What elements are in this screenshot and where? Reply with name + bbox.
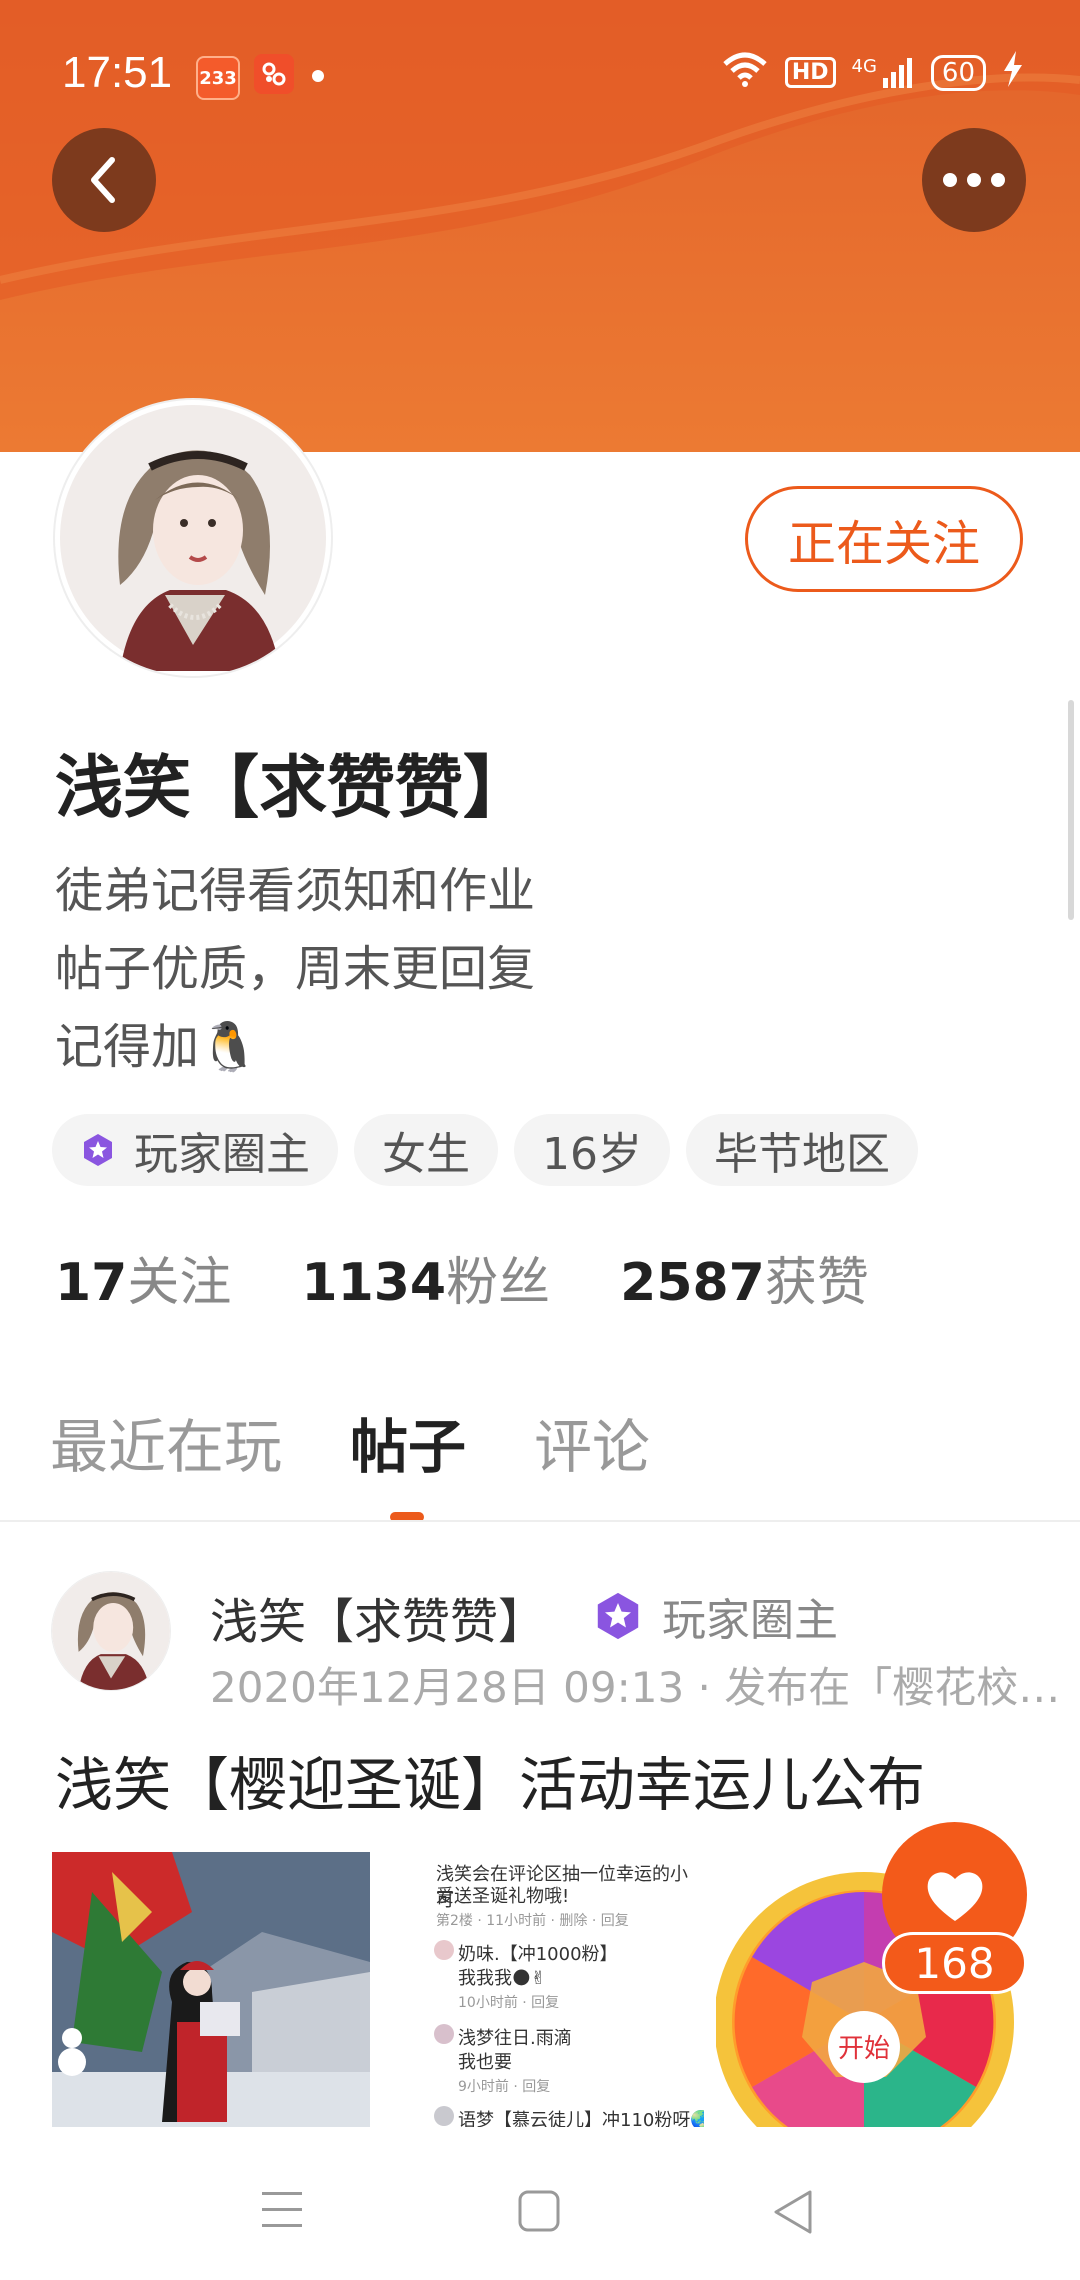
wheel-start-label: 开始 — [838, 2034, 890, 2064]
comment-text: 爱送圣诞礼物哦! — [436, 1886, 570, 1907]
more-icon — [943, 173, 1005, 187]
profile-bio: 徒弟记得看须知和作业 帖子优质，周末更回复 记得加🐧 — [55, 852, 535, 1086]
more-button[interactable] — [922, 128, 1026, 232]
wifi-icon — [721, 50, 769, 95]
comment-name: 语梦【慕云徒儿】冲110粉呀🌏 — [458, 2110, 704, 2127]
app-notification-icon — [254, 54, 294, 94]
comment-meta: 10小时前 · 回复 — [458, 1995, 560, 2011]
comment-meta: 9小时前 · 回复 — [458, 2079, 551, 2095]
notification-dot — [312, 70, 324, 82]
stat-num: 1134 — [301, 1253, 447, 1313]
star-badge-icon — [84, 1134, 112, 1166]
profile-name: 浅笑【求赞赞】 — [55, 749, 532, 828]
comment-meta: 第2楼 · 11小时前 · 删除 · 回复 — [436, 1913, 629, 1929]
heart-icon — [927, 1871, 982, 1921]
profile-header: 17:51 233 HD 4G 60 — [0, 0, 1080, 452]
comment-name: 奶味.【冲1000粉】 — [458, 1944, 618, 1965]
follow-button[interactable]: 正在关注 — [745, 486, 1023, 592]
signal-icon: 4G — [852, 56, 915, 90]
stat-label: 关注 — [127, 1253, 232, 1313]
stat-likes: 2587获赞 — [620, 1240, 869, 1315]
post-author-avatar[interactable] — [52, 1572, 170, 1690]
profile-tabs: 最近在玩 帖子 评论 — [50, 1400, 650, 1484]
bio-line: 记得加🐧 — [55, 1019, 259, 1075]
battery-indicator: 60 — [930, 54, 986, 91]
post-image-comments[interactable]: 浅笑会在评论区抽一位幸运的小可 爱送圣诞礼物哦! 第2楼 · 11小时前 · 删… — [386, 1852, 704, 2127]
hd-indicator: HD — [784, 57, 836, 88]
badge-label: 玩家圈主 — [662, 1595, 838, 1646]
menu-icon — [262, 2192, 302, 2227]
system-back-button[interactable] — [770, 2188, 818, 2240]
tag-label: 玩家圈主 — [134, 1129, 310, 1180]
tag-age: 16岁 — [514, 1114, 670, 1186]
bio-line: 帖子优质，周末更回复 — [55, 941, 536, 997]
status-time: 17:51 — [62, 48, 173, 97]
like-count: 168 — [882, 1932, 1027, 1994]
post-image-game-scene[interactable] — [52, 1852, 370, 2127]
comment-avatar — [434, 1940, 454, 1960]
tag-region: 毕节地区 — [686, 1114, 918, 1186]
home-icon — [518, 2190, 560, 2232]
back-button[interactable] — [52, 128, 156, 232]
tag-label: 16岁 — [542, 1129, 642, 1180]
comment-avatar — [434, 2024, 454, 2044]
stat-label: 获赞 — [764, 1253, 869, 1313]
scrollbar[interactable] — [1068, 700, 1074, 920]
charging-icon — [1002, 51, 1024, 94]
bio-line: 徒弟记得看须知和作业 — [55, 863, 536, 919]
game-scene-image — [52, 1852, 370, 2127]
post-title[interactable]: 浅笑【樱迎圣诞】活动幸运儿公布 — [55, 1738, 925, 1822]
avatar-image — [60, 405, 326, 671]
status-right: HD 4G 60 — [721, 50, 1024, 95]
network-type: 4G — [851, 55, 877, 77]
tab-comments[interactable]: 评论 — [534, 1400, 650, 1484]
profile-tags: 玩家圈主 女生 16岁 毕节地区 — [52, 1114, 918, 1186]
profile-avatar[interactable] — [55, 400, 331, 676]
comment-text: 我也要 — [458, 2052, 512, 2073]
tag-label: 毕节地区 — [714, 1129, 890, 1180]
tag-gender: 女生 — [354, 1114, 498, 1186]
tab-posts[interactable]: 帖子 — [350, 1400, 466, 1484]
menu-button[interactable] — [258, 2188, 306, 2236]
stat-followers[interactable]: 1134粉丝 — [301, 1240, 550, 1315]
back-icon — [91, 157, 115, 203]
tabs-divider — [0, 1520, 1080, 1522]
profile-stats: 17关注 1134粉丝 2587获赞 — [55, 1240, 869, 1315]
comment-avatar — [434, 2106, 454, 2126]
stat-num: 17 — [55, 1253, 128, 1313]
stat-following[interactable]: 17关注 — [55, 1240, 231, 1315]
home-button[interactable] — [516, 2188, 562, 2238]
comment-text: 我我我🌑✌ — [458, 1968, 546, 1989]
comment-name: 浅梦往日.雨滴 — [458, 2028, 572, 2049]
app-233-icon: 233 — [196, 56, 240, 100]
stat-num: 2587 — [620, 1253, 765, 1313]
post-author-name[interactable]: 浅笑【求赞赞】 — [210, 1582, 546, 1652]
tab-recently-played[interactable]: 最近在玩 — [50, 1400, 282, 1484]
post-meta[interactable]: 2020年12月28日 09:13 · 发布在「樱花校… — [210, 1654, 1060, 1715]
tag-circle-owner[interactable]: 玩家圈主 — [52, 1114, 338, 1186]
stat-label: 粉丝 — [446, 1253, 551, 1313]
avatar-image — [52, 1572, 170, 1690]
star-badge-icon — [597, 1592, 639, 1640]
tag-label: 女生 — [382, 1129, 470, 1180]
back-nav-icon — [774, 2190, 812, 2234]
system-nav-bar — [0, 2140, 1080, 2280]
status-bar: 17:51 233 HD 4G 60 — [0, 40, 1080, 110]
post-author-badge: 玩家圈主 — [592, 1584, 838, 1648]
